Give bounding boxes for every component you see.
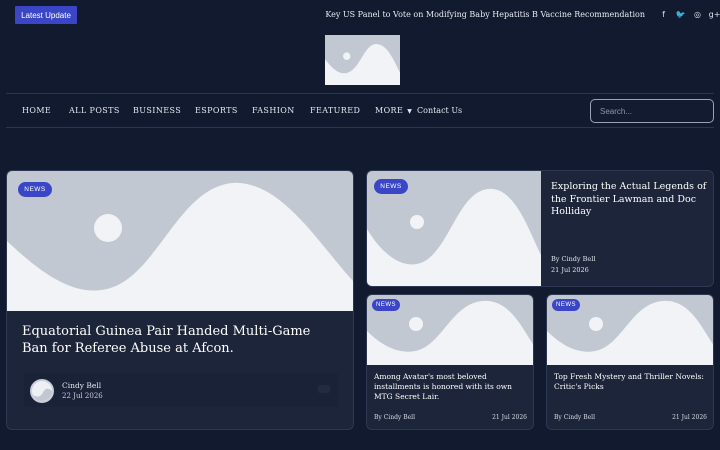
featured-article-title[interactable]: Equatorial Guinea Pair Handed Multi-Game… [22, 323, 338, 357]
nav-item-featured[interactable]: FEATURED [310, 106, 360, 115]
nav-item-more[interactable]: MORE ▼ [375, 106, 412, 115]
article-author[interactable]: By Cindy Bell [374, 414, 415, 421]
site-logo[interactable] [325, 35, 400, 85]
article-card-wide[interactable]: NEWS Exploring the Actual Legends of the… [366, 170, 714, 287]
article-date: 21 Jul 2026 [672, 414, 707, 421]
nav-item-contact-us[interactable]: Contact Us [417, 106, 462, 115]
google-plus-icon[interactable]: g+ [709, 8, 720, 20]
nav-item-business[interactable]: BUSINESS [133, 106, 181, 115]
twitter-icon[interactable]: 🐦 [675, 8, 686, 20]
featured-article-image [7, 171, 353, 311]
news-ticker[interactable]: Key US Panel to Vote on Modifying Baby H… [325, 10, 645, 19]
avatar[interactable] [30, 379, 54, 403]
article-date: 21 Jul 2026 [551, 266, 589, 274]
article-date: 22 Jul 2026 [62, 392, 103, 400]
image-placeholder-icon [325, 44, 400, 85]
nav-more-label: MORE [375, 106, 404, 115]
article-date: 21 Jul 2026 [492, 414, 527, 421]
category-badge[interactable]: NEWS [18, 182, 52, 197]
nav-item-all-posts[interactable]: ALL POSTS [69, 106, 120, 115]
category-badge[interactable]: NEWS [552, 299, 580, 311]
article-author[interactable]: By Cindy Bell [551, 255, 595, 263]
article-card-small[interactable]: NEWS Top Fresh Mystery and Thriller Nove… [546, 294, 714, 430]
author-name[interactable]: Cindy Bell [62, 381, 101, 390]
image-placeholder-icon [7, 182, 353, 311]
nav-item-esports[interactable]: ESPORTS [195, 106, 238, 115]
nav-item-home[interactable]: HOME [22, 106, 51, 115]
article-card-small[interactable]: NEWS Among Avatar's most beloved install… [366, 294, 534, 430]
category-badge[interactable]: NEWS [374, 179, 408, 194]
facebook-icon[interactable]: f [658, 8, 669, 20]
article-title[interactable]: Exploring the Actual Legends of the Fron… [551, 181, 709, 219]
caret-down-icon: ▼ [407, 108, 413, 115]
avatar-image-icon [32, 388, 52, 401]
search-input[interactable]: Search... [590, 99, 714, 123]
social-links: f 🐦 ◎ g+ [658, 8, 720, 20]
share-icon[interactable] [318, 385, 330, 393]
category-badge[interactable]: NEWS [372, 299, 400, 311]
latest-update-button[interactable]: Latest Update [15, 6, 77, 24]
article-author[interactable]: By Cindy Bell [554, 414, 595, 421]
main-navigation: HOME ALL POSTS BUSINESS ESPORTS FASHION … [6, 93, 714, 128]
featured-article-card[interactable]: NEWS Equatorial Guinea Pair Handed Multi… [6, 170, 354, 430]
instagram-icon[interactable]: ◎ [692, 8, 703, 20]
top-bar: Latest Update Key US Panel to Vote on Mo… [0, 0, 720, 30]
nav-item-fashion[interactable]: FASHION [252, 106, 295, 115]
article-title[interactable]: Among Avatar's most beloved installments… [374, 372, 528, 402]
article-title[interactable]: Top Fresh Mystery and Thriller Novels: C… [554, 372, 708, 392]
author-box: Cindy Bell 22 Jul 2026 [24, 373, 338, 407]
